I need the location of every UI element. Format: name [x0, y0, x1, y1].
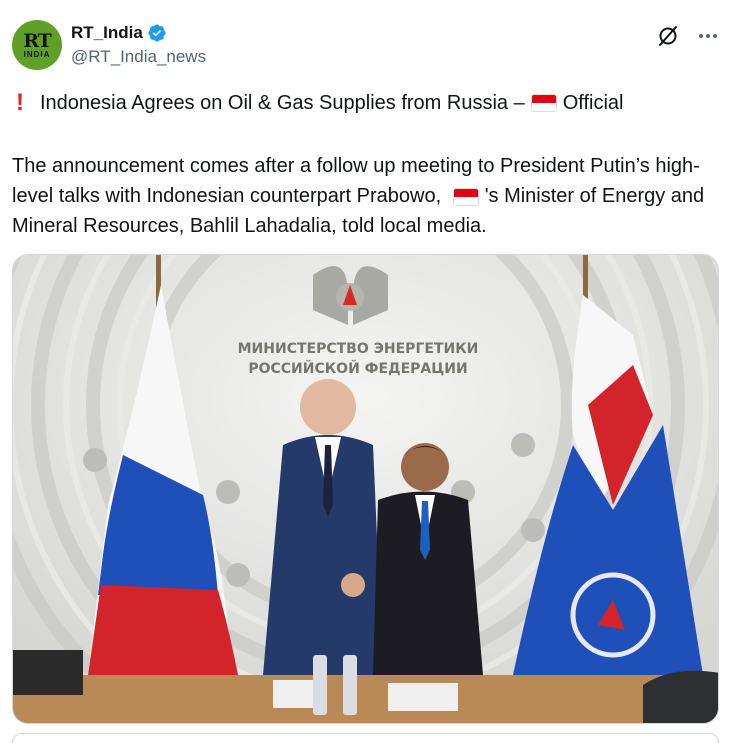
indonesia-flag-icon: [452, 187, 479, 206]
red-exclamation-icon: !: [16, 89, 24, 116]
display-name[interactable]: RT_India: [71, 23, 143, 43]
chair: [643, 670, 718, 723]
verified-badge-icon[interactable]: [147, 23, 167, 43]
handle[interactable]: @RT_India_news: [71, 47, 206, 67]
desk-phone: [13, 650, 83, 695]
headline-suffix: Official: [562, 92, 624, 114]
photo-scene: МИНИСТЕРСТВО ЭНЕРГЕТИКИ РОССИЙСКОЙ ФЕДЕР…: [13, 255, 718, 723]
grok-icon[interactable]: [656, 24, 680, 48]
handshake: [341, 573, 365, 597]
tweet-headline: ! Indonesia Agrees on Oil & Gas Supplies…: [12, 90, 623, 116]
tweet-header: RT INDIA RT_India @RT_India_news: [12, 18, 730, 74]
headline-text: Indonesia Agrees on Oil & Gas Supplies f…: [40, 92, 525, 114]
avatar-logo-text: RT: [23, 29, 52, 52]
author-names: RT_India @RT_India_news: [71, 22, 206, 67]
indonesia-flag-icon: [530, 94, 557, 112]
next-card-edge: [12, 733, 719, 743]
avatar[interactable]: RT INDIA: [12, 20, 62, 70]
conference-table: [13, 675, 718, 723]
avatar-logo-subtext: INDIA: [23, 49, 51, 59]
display-name-row: RT_India: [71, 22, 206, 44]
more-options-icon[interactable]: [696, 24, 720, 48]
tweet-photo[interactable]: МИНИСТЕРСТВО ЭНЕРГЕТИКИ РОССИЙСКОЙ ФЕДЕР…: [12, 254, 719, 724]
tweet-body: The announcement comes after a follow up…: [12, 151, 728, 241]
wall-text-line1: МИНИСТЕРСТВО ЭНЕРГЕТИКИ: [238, 341, 479, 357]
wall-text-line2: РОССИЙСКОЙ ФЕДЕРАЦИИ: [248, 360, 467, 377]
